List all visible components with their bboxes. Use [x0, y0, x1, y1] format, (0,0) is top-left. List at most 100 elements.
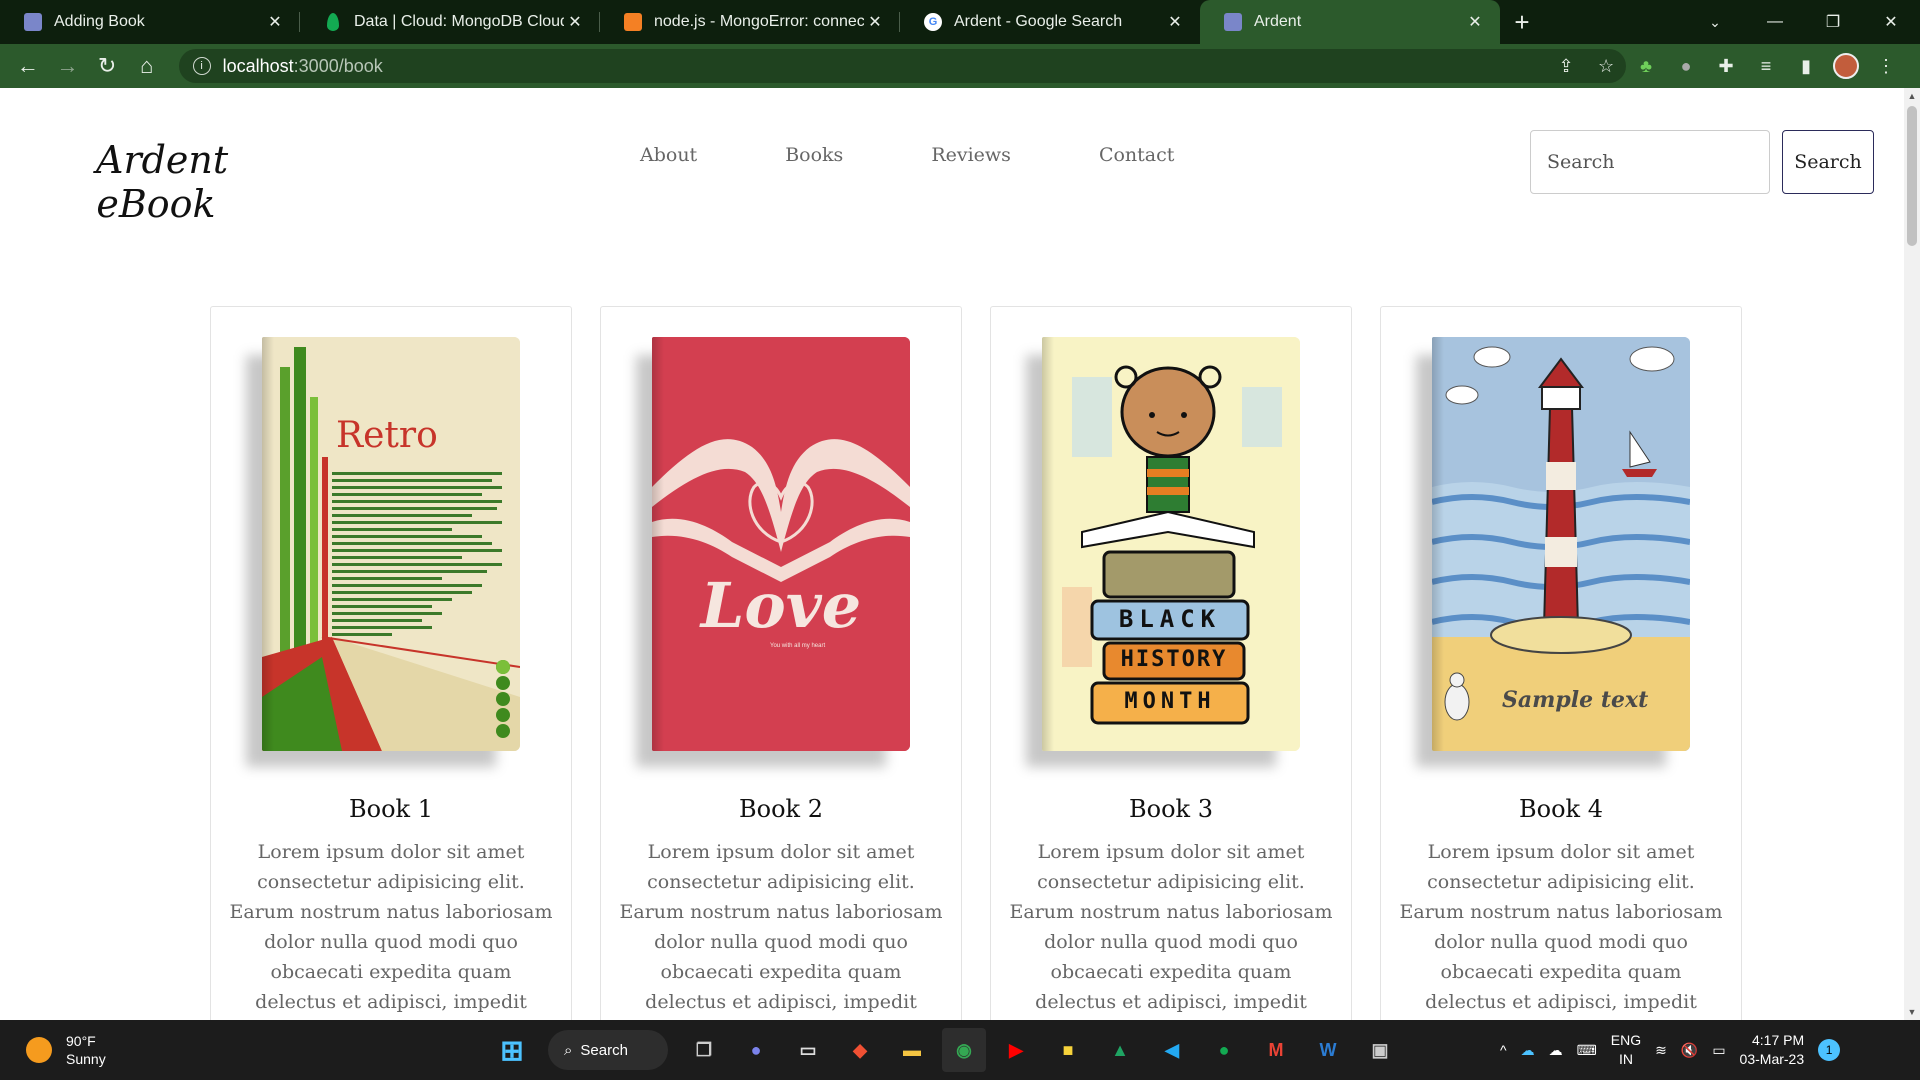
- book-title[interactable]: Book 3: [991, 795, 1351, 823]
- clock[interactable]: 4:17 PM 03-Mar-23: [1740, 1031, 1805, 1069]
- tab-search-chevron-icon[interactable]: ⌄: [1684, 0, 1746, 44]
- onedrive-icon[interactable]: ☁: [1521, 1042, 1535, 1059]
- cloud-icon[interactable]: ☁: [1549, 1042, 1563, 1059]
- book-card[interactable]: Sample text Book 4 Lorem ipsum dolor sit…: [1380, 306, 1742, 1020]
- browser-tab-active[interactable]: Ardent ✕: [1200, 0, 1500, 44]
- extension-icon[interactable]: ●: [1666, 46, 1706, 86]
- site-info-icon[interactable]: i: [192, 57, 211, 75]
- puzzle-extensions-icon[interactable]: ✚: [1706, 46, 1746, 86]
- book-description: Lorem ipsum dolor sit amet consectetur a…: [619, 841, 943, 1013]
- book-card[interactable]: Love You with all my heart Book 2 Lorem …: [600, 306, 962, 1020]
- system-tray: ^ ☁ ☁ ⌨ ENG IN ≋ 🔇 ▭ 4:17 PM 03-Mar-23 1: [1500, 1020, 1841, 1080]
- browser-tab[interactable]: node.js - MongoError: connect E ✕: [600, 0, 900, 44]
- volume-muted-icon[interactable]: 🔇: [1681, 1042, 1698, 1059]
- book-cover[interactable]: BLACK HISTORY MONTH: [1042, 337, 1300, 751]
- url-path: :3000/book: [293, 55, 383, 76]
- tab-close-icon[interactable]: ✕: [264, 12, 286, 32]
- book-description: Lorem ipsum dolor sit amet consectetur a…: [1009, 841, 1333, 1013]
- book-cover[interactable]: Love You with all my heart: [652, 337, 910, 751]
- site-logo[interactable]: Ardent eBook: [96, 138, 229, 226]
- notification-badge[interactable]: 1: [1818, 1039, 1841, 1061]
- battery-icon[interactable]: ▭: [1712, 1042, 1725, 1059]
- share-icon[interactable]: ⇪: [1546, 46, 1586, 86]
- keyboard-icon[interactable]: ⌨: [1577, 1042, 1597, 1059]
- google-drive-icon[interactable]: ▲: [1098, 1028, 1142, 1072]
- taskbar-search[interactable]: ⌕ Search: [548, 1030, 668, 1070]
- back-arrow-icon[interactable]: ←: [8, 46, 48, 86]
- terminal-app-icon[interactable]: ▭: [786, 1028, 830, 1072]
- heart-hands-icon: [652, 337, 910, 751]
- maximize-icon[interactable]: ❐: [1804, 0, 1862, 44]
- search-input[interactable]: [1530, 130, 1770, 194]
- bookmark-star-icon[interactable]: ☆: [1586, 46, 1626, 86]
- minimize-icon[interactable]: —: [1746, 0, 1804, 44]
- word-icon[interactable]: W: [1306, 1028, 1350, 1072]
- chrome-icon[interactable]: ◉: [942, 1028, 986, 1072]
- menu-kebab-icon[interactable]: ⋮: [1866, 46, 1906, 86]
- book-cover[interactable]: Sample text: [1432, 337, 1690, 751]
- address-bar[interactable]: i localhost:3000/book ⇪ ☆: [178, 46, 1627, 86]
- tab-close-icon[interactable]: ✕: [1164, 12, 1186, 32]
- mongodb-compass-icon[interactable]: ●: [1202, 1028, 1246, 1072]
- google-favicon-icon: G: [924, 13, 942, 31]
- nav-books-link[interactable]: Books: [785, 144, 843, 166]
- windows-start-icon[interactable]: ⊞: [490, 1028, 534, 1072]
- book-cover[interactable]: Retro: [262, 337, 520, 751]
- browser-tab[interactable]: Data | Cloud: MongoDB Cloud ✕: [300, 0, 600, 44]
- book-description: Lorem ipsum dolor sit amet consectetur a…: [229, 841, 553, 1013]
- scroll-down-arrow-icon[interactable]: ▼: [1904, 1004, 1920, 1020]
- browser-tab[interactable]: G Ardent - Google Search ✕: [900, 0, 1200, 44]
- mongodb-favicon-icon: [327, 13, 339, 31]
- language-indicator[interactable]: ENG IN: [1611, 1031, 1641, 1069]
- black-history-cover-image: BLACK HISTORY MONTH: [1042, 337, 1300, 751]
- gmail-icon[interactable]: M: [1254, 1028, 1298, 1072]
- wifi-icon[interactable]: ≋: [1655, 1042, 1667, 1059]
- tree-extension-icon[interactable]: ♣: [1626, 46, 1666, 86]
- logo-line-1: Ardent: [96, 138, 229, 182]
- task-view-icon[interactable]: ❐: [682, 1028, 726, 1072]
- page-scrollbar[interactable]: ▲ ▼: [1904, 88, 1920, 1020]
- cover-text-month: MONTH: [1124, 689, 1216, 714]
- youtube-icon[interactable]: ▶: [994, 1028, 1038, 1072]
- tab-favicon-icon: [1224, 13, 1242, 31]
- browser-toolbar: ← → ↻ ⌂ i localhost:3000/book ⇪ ☆ ♣ ● ✚ …: [0, 44, 1920, 88]
- home-icon[interactable]: ⌂: [127, 46, 167, 86]
- git-app-icon[interactable]: ◆: [838, 1028, 882, 1072]
- stackoverflow-favicon-icon: [624, 13, 642, 31]
- nav-reviews-link[interactable]: Reviews: [931, 144, 1011, 166]
- file-explorer-icon[interactable]: ▬: [890, 1028, 934, 1072]
- book-card[interactable]: Retro Book 1 Lorem ipsum dolor sit amet …: [210, 306, 572, 1020]
- teams-chat-icon[interactable]: ●: [734, 1028, 778, 1072]
- new-tab-plus-icon[interactable]: +: [1500, 0, 1544, 44]
- book-title[interactable]: Book 4: [1381, 795, 1741, 823]
- love-cover-image: Love You with all my heart: [652, 337, 910, 751]
- book-title[interactable]: Book 2: [601, 795, 961, 823]
- book-card[interactable]: BLACK HISTORY MONTH Book 3 Lorem ipsum d…: [990, 306, 1352, 1020]
- weather-widget[interactable]: 90°F Sunny: [26, 1032, 106, 1068]
- scrollbar-thumb[interactable]: [1907, 106, 1917, 246]
- book-title[interactable]: Book 1: [211, 795, 571, 823]
- nav-contact-link[interactable]: Contact: [1099, 144, 1174, 166]
- tab-close-icon[interactable]: ✕: [564, 12, 586, 32]
- sticky-notes-icon[interactable]: ■: [1046, 1028, 1090, 1072]
- side-panel-icon[interactable]: ▮: [1786, 46, 1826, 86]
- clock-time: 4:17 PM: [1752, 1032, 1805, 1048]
- media-queue-icon[interactable]: ≡: [1746, 46, 1786, 86]
- tab-close-icon[interactable]: ✕: [1464, 12, 1486, 32]
- search-button[interactable]: Search: [1782, 130, 1874, 194]
- tab-title: node.js - MongoError: connect E: [654, 13, 864, 30]
- command-prompt-icon[interactable]: ▣: [1358, 1028, 1402, 1072]
- tab-close-icon[interactable]: ✕: [864, 12, 886, 32]
- forward-arrow-icon[interactable]: →: [48, 46, 88, 86]
- reload-icon[interactable]: ↻: [87, 46, 127, 86]
- scroll-up-arrow-icon[interactable]: ▲: [1904, 88, 1920, 104]
- show-hidden-icons-chevron-icon[interactable]: ^: [1500, 1042, 1507, 1058]
- cover-text-black: BLACK: [1118, 605, 1222, 633]
- vscode-icon[interactable]: ◀: [1150, 1028, 1194, 1072]
- profile-avatar[interactable]: [1826, 46, 1866, 86]
- browser-tab[interactable]: Adding Book ✕: [0, 0, 300, 44]
- book-description: Lorem ipsum dolor sit amet consectetur a…: [1399, 841, 1723, 1013]
- taskbar-apps: ⊞ ⌕ Search ❐ ● ▭ ◆ ▬ ◉ ▶ ■ ▲ ◀ ● M W ▣: [490, 1028, 1402, 1072]
- nav-about-link[interactable]: About: [640, 144, 697, 166]
- window-close-icon[interactable]: ✕: [1862, 0, 1920, 44]
